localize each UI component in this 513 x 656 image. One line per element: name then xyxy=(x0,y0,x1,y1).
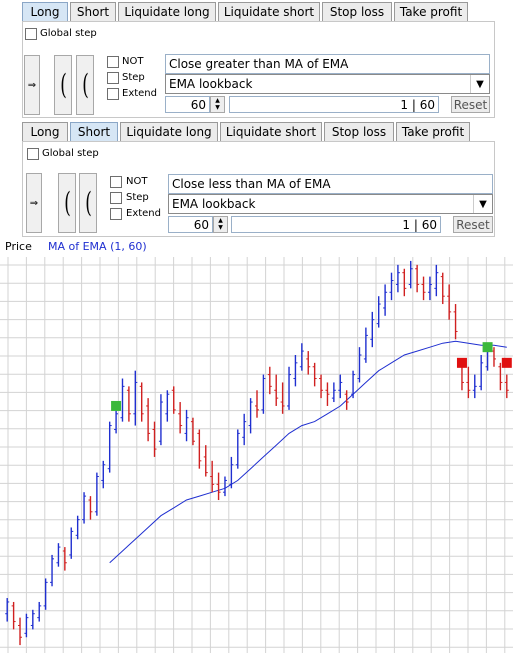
open-paren-icon: ( xyxy=(59,68,67,101)
step-label: Step xyxy=(126,192,149,203)
not-label: NOT xyxy=(126,176,148,187)
global-step-checkbox[interactable] xyxy=(27,148,39,160)
legend-ma: MA of EMA (1, 60) xyxy=(48,240,147,253)
right-arrow-button[interactable]: ⇒ xyxy=(26,173,42,233)
right-arrow-icon: ⇒ xyxy=(27,79,37,91)
extend-label: Extend xyxy=(126,208,161,219)
tab-take-profit[interactable]: Take profit xyxy=(394,2,468,21)
step-checkbox[interactable] xyxy=(107,72,119,84)
chart-canvas[interactable]: Price MA of EMA (1, 60) xyxy=(0,237,513,653)
short-panel: Long Short Liquidate long Liquidate shor… xyxy=(18,120,495,237)
value-input[interactable]: 60 xyxy=(165,96,210,113)
step-checkbox[interactable] xyxy=(110,192,122,204)
right-arrow-icon: ⇒ xyxy=(29,197,39,209)
reset-button[interactable]: Reset xyxy=(451,96,490,113)
global-step-checkbox[interactable] xyxy=(25,28,37,40)
not-checkbox[interactable] xyxy=(107,56,119,68)
range-field[interactable]: 1 | 60 xyxy=(229,96,439,113)
indicator-dropdown-value: EMA lookback xyxy=(172,197,256,211)
open-paren-button[interactable]: ( xyxy=(54,55,72,115)
chevron-down-icon[interactable]: ▼ xyxy=(473,195,492,213)
tab-stop-loss[interactable]: Stop loss xyxy=(324,122,394,141)
close-paren-icon: ( xyxy=(81,68,89,101)
tab-stop-loss[interactable]: Stop loss xyxy=(322,2,392,21)
tab-long[interactable]: Long xyxy=(22,2,68,21)
long-panel: Long Short Liquidate long Liquidate shor… xyxy=(0,0,495,118)
extend-label: Extend xyxy=(122,88,157,99)
extend-checkbox[interactable] xyxy=(107,88,119,100)
tab-long[interactable]: Long xyxy=(22,122,68,141)
tab-liquidate-short[interactable]: Liquidate short xyxy=(218,2,320,21)
close-paren-button[interactable]: ( xyxy=(76,55,94,115)
right-arrow-button[interactable]: ⇒ xyxy=(24,55,40,115)
tab-liquidate-long[interactable]: Liquidate long xyxy=(118,2,216,21)
buy-signal-marker xyxy=(482,342,493,353)
spinner-icon[interactable]: ▲ ▼ xyxy=(213,216,228,233)
range-field[interactable]: 1 | 60 xyxy=(231,216,441,233)
not-label: NOT xyxy=(122,56,144,67)
buy-signal-marker xyxy=(111,400,122,411)
condition-field[interactable]: Close greater than MA of EMA xyxy=(165,54,490,74)
indicator-dropdown[interactable]: EMA lookback ▼ xyxy=(168,194,493,214)
extend-checkbox[interactable] xyxy=(110,208,122,220)
tab-liquidate-short[interactable]: Liquidate short xyxy=(220,122,322,141)
not-checkbox[interactable] xyxy=(110,176,122,188)
value-input[interactable]: 60 xyxy=(168,216,213,233)
reset-button[interactable]: Reset xyxy=(453,216,493,233)
close-paren-icon: ( xyxy=(84,186,92,219)
tab-short[interactable]: Short xyxy=(70,122,118,141)
open-paren-button[interactable]: ( xyxy=(58,173,76,233)
chevron-down-icon[interactable]: ▼ xyxy=(470,75,489,93)
sell-signal-marker xyxy=(501,357,512,368)
spinner-icon[interactable]: ▲ ▼ xyxy=(210,96,225,113)
short-tab-bar: Long Short Liquidate long Liquidate shor… xyxy=(22,122,472,142)
sell-signal-marker xyxy=(456,357,467,368)
global-step-label: Global step xyxy=(40,28,97,39)
legend-price: Price xyxy=(5,240,32,253)
price-chart[interactable]: Price MA of EMA (1, 60) xyxy=(0,237,513,653)
tab-liquidate-long[interactable]: Liquidate long xyxy=(120,122,218,141)
indicator-dropdown[interactable]: EMA lookback ▼ xyxy=(165,74,490,94)
open-paren-icon: ( xyxy=(63,186,71,219)
long-tab-bar: Long Short Liquidate long Liquidate shor… xyxy=(22,2,470,22)
tab-take-profit[interactable]: Take profit xyxy=(396,122,470,141)
global-step-label: Global step xyxy=(42,148,99,159)
close-paren-button[interactable]: ( xyxy=(79,173,97,233)
indicator-dropdown-value: EMA lookback xyxy=(169,77,253,91)
condition-field[interactable]: Close less than MA of EMA xyxy=(168,174,493,194)
step-label: Step xyxy=(122,72,145,83)
tab-short[interactable]: Short xyxy=(70,2,116,21)
